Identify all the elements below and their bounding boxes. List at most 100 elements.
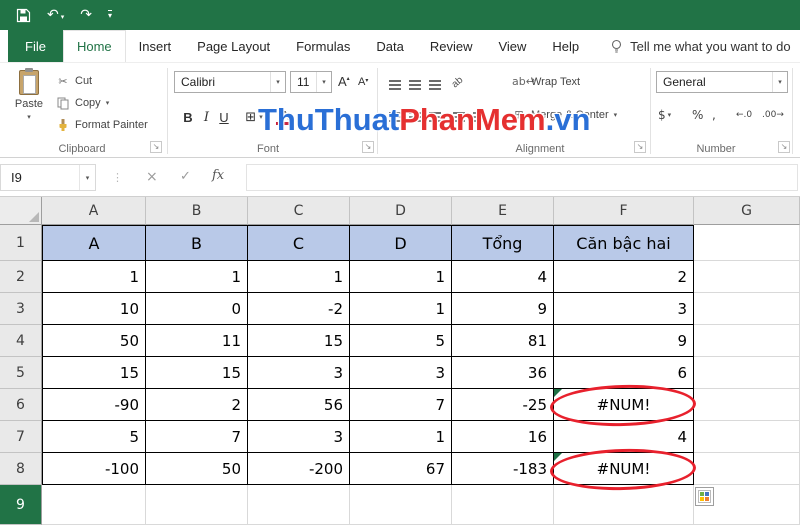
italic-button[interactable]: I	[200, 107, 213, 127]
cell-F2[interactable]: 2	[554, 261, 694, 293]
tab-review[interactable]: Review	[417, 30, 486, 62]
save-button[interactable]	[16, 8, 31, 23]
cell-F3[interactable]: 3	[554, 293, 694, 325]
cell-B2[interactable]: 1	[146, 261, 248, 293]
row-header-3[interactable]: 3	[0, 293, 42, 325]
cell-G2[interactable]	[694, 261, 800, 293]
font-name-combobox[interactable]: Calibri ▾	[174, 71, 286, 93]
column-header-A[interactable]: A	[42, 197, 146, 225]
cell-B9[interactable]	[146, 485, 248, 525]
cell-D3[interactable]: 1	[350, 293, 452, 325]
column-header-B[interactable]: B	[146, 197, 248, 225]
cell-E6[interactable]: -25	[452, 389, 554, 421]
font-dialog-launcher[interactable]: ↘	[362, 141, 374, 153]
cell-D6[interactable]: 7	[350, 389, 452, 421]
cell-B3[interactable]: 0	[146, 293, 248, 325]
cell-A1[interactable]: A	[42, 225, 146, 261]
cell-D2[interactable]: 1	[350, 261, 452, 293]
quick-analysis-button[interactable]	[695, 487, 714, 506]
column-header-E[interactable]: E	[452, 197, 554, 225]
cell-G7[interactable]	[694, 421, 800, 453]
cell-E5[interactable]: 36	[452, 357, 554, 389]
number-format-combobox[interactable]: General ▾	[656, 71, 788, 93]
tab-insert[interactable]: Insert	[126, 30, 185, 62]
tab-view[interactable]: View	[485, 30, 539, 62]
tab-data[interactable]: Data	[363, 30, 416, 62]
tab-help[interactable]: Help	[539, 30, 592, 62]
cell-F4[interactable]: 9	[554, 325, 694, 357]
bold-button[interactable]: B	[180, 107, 196, 127]
copy-button[interactable]: Copy ▾	[56, 93, 109, 113]
enter-icon[interactable]: ✓	[180, 169, 191, 184]
cell-C8[interactable]: -200	[248, 453, 350, 485]
cell-G1[interactable]	[694, 225, 800, 261]
row-header-4[interactable]: 4	[0, 325, 42, 357]
cut-button[interactable]: ✂ Cut	[56, 71, 92, 91]
cell-G5[interactable]	[694, 357, 800, 389]
row-header-7[interactable]: 7	[0, 421, 42, 453]
cell-G4[interactable]	[694, 325, 800, 357]
cell-C6[interactable]: 56	[248, 389, 350, 421]
cancel-icon[interactable]: ×	[146, 169, 158, 185]
comma-style-button[interactable]: ,	[712, 108, 716, 122]
font-size-combobox[interactable]: 11 ▾	[290, 71, 332, 93]
cell-C7[interactable]: 3	[248, 421, 350, 453]
insert-function-icon[interactable]: fx	[212, 168, 224, 183]
cell-D4[interactable]: 5	[350, 325, 452, 357]
row-header-1[interactable]: 1	[0, 225, 42, 261]
row-header-5[interactable]: 5	[0, 357, 42, 389]
formula-input[interactable]	[246, 164, 798, 191]
row-header-9[interactable]: 9	[0, 485, 42, 525]
cell-C9[interactable]	[248, 485, 350, 525]
cell-C2[interactable]: 1	[248, 261, 350, 293]
undo-button[interactable]: ↶ ▾	[47, 8, 64, 22]
cell-A6[interactable]: -90	[42, 389, 146, 421]
cell-B1[interactable]: B	[146, 225, 248, 261]
increase-decimal-button[interactable]: ←.0	[736, 110, 752, 120]
tell-me-search[interactable]: Tell me what you want to do	[610, 30, 791, 62]
cell-A2[interactable]: 1	[42, 261, 146, 293]
cell-A5[interactable]: 15	[42, 357, 146, 389]
wrap-text-button[interactable]: ab↩ Wrap Text	[512, 75, 580, 88]
column-header-D[interactable]: D	[350, 197, 452, 225]
middle-align-button[interactable]	[406, 76, 424, 94]
tab-home[interactable]: Home	[62, 30, 126, 62]
alignment-dialog-launcher[interactable]: ↘	[634, 141, 646, 153]
cell-B6[interactable]: 2	[146, 389, 248, 421]
cell-E3[interactable]: 9	[452, 293, 554, 325]
cell-E4[interactable]: 81	[452, 325, 554, 357]
accounting-format-button[interactable]: $ ▾	[658, 108, 671, 122]
cell-A4[interactable]: 50	[42, 325, 146, 357]
cell-A8[interactable]: -100	[42, 453, 146, 485]
cell-G3[interactable]	[694, 293, 800, 325]
number-dialog-launcher[interactable]: ↘	[778, 141, 790, 153]
column-header-G[interactable]: G	[694, 197, 800, 225]
row-header-6[interactable]: 6	[0, 389, 42, 421]
orientation-button[interactable]: ab	[450, 75, 466, 91]
cell-D8[interactable]: 67	[350, 453, 452, 485]
increase-font-size-button[interactable]: A ▴	[338, 74, 350, 89]
formula-bar-handle-icon[interactable]: ⋮	[112, 171, 123, 184]
row-header-8[interactable]: 8	[0, 453, 42, 485]
cell-C5[interactable]: 3	[248, 357, 350, 389]
cell-A9[interactable]	[42, 485, 146, 525]
select-all-button[interactable]	[0, 197, 42, 225]
cell-B7[interactable]: 7	[146, 421, 248, 453]
cell-D7[interactable]: 1	[350, 421, 452, 453]
cell-F9[interactable]	[554, 485, 694, 525]
cell-B5[interactable]: 15	[146, 357, 248, 389]
customize-quick-access-button[interactable]: ▾	[107, 10, 112, 20]
cell-D1[interactable]: D	[350, 225, 452, 261]
column-header-F[interactable]: F	[554, 197, 694, 225]
tab-page-layout[interactable]: Page Layout	[184, 30, 283, 62]
cell-D5[interactable]: 3	[350, 357, 452, 389]
tab-formulas[interactable]: Formulas	[283, 30, 363, 62]
percent-style-button[interactable]: %	[692, 108, 703, 122]
cell-B8[interactable]: 50	[146, 453, 248, 485]
cell-A7[interactable]: 5	[42, 421, 146, 453]
tab-file[interactable]: File	[8, 30, 63, 62]
cell-G6[interactable]	[694, 389, 800, 421]
decrease-font-size-button[interactable]: A ▾	[358, 76, 368, 88]
cell-G8[interactable]	[694, 453, 800, 485]
cell-E7[interactable]: 16	[452, 421, 554, 453]
